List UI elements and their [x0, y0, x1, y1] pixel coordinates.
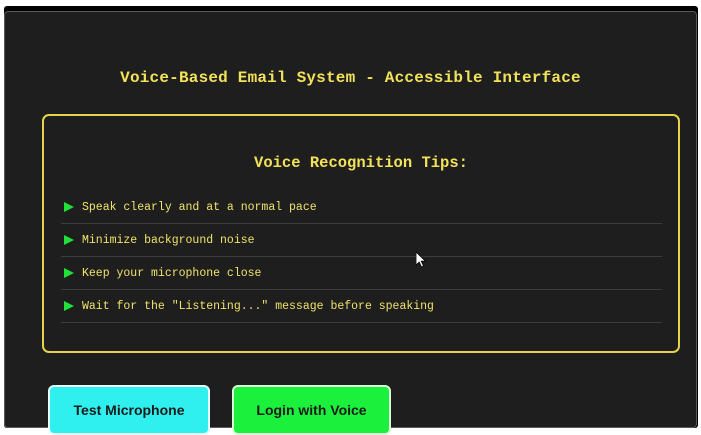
tip-text: Speak clearly and at a normal pace — [82, 200, 317, 214]
page-title: Voice-Based Email System - Accessible In… — [120, 69, 581, 87]
tip-text: Minimize background noise — [82, 233, 255, 247]
tips-heading: Voice Recognition Tips: — [254, 154, 468, 172]
tip-text: Wait for the "Listening..." message befo… — [82, 299, 434, 313]
mouse-cursor-icon — [416, 252, 427, 268]
tips-list: Speak clearly and at a normal pace Minim… — [61, 191, 662, 323]
play-triangle-icon — [64, 268, 74, 278]
play-triangle-icon — [64, 202, 74, 212]
list-item: Minimize background noise — [61, 224, 662, 257]
list-item: Keep your microphone close — [61, 257, 662, 290]
list-item: Speak clearly and at a normal pace — [61, 191, 662, 224]
voice-tips-panel: Voice Recognition Tips: Speak clearly an… — [42, 114, 680, 353]
play-triangle-icon — [64, 301, 74, 311]
list-item: Wait for the "Listening..." message befo… — [61, 290, 662, 323]
play-triangle-icon — [64, 235, 74, 245]
main-panel: Voice-Based Email System - Accessible In… — [4, 11, 697, 435]
tip-text: Keep your microphone close — [82, 266, 262, 280]
